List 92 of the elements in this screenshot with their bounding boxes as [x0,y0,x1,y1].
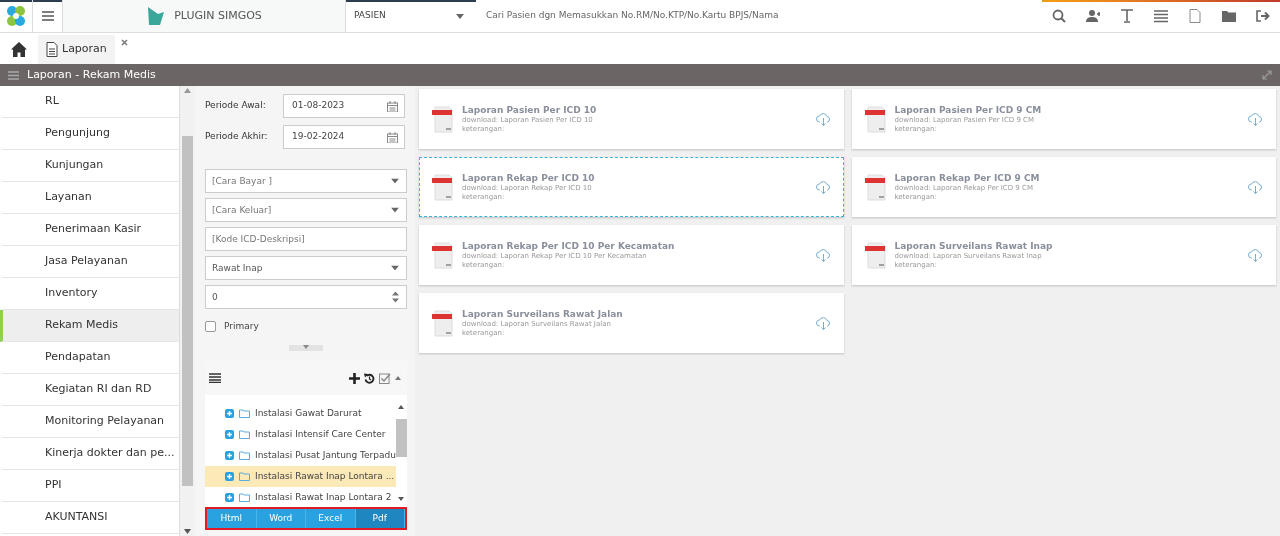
tree-item[interactable]: Instalasi Gawat Darurat [205,403,396,424]
report-title: Laporan Surveilans Rawat Inap [894,240,1054,252]
caret-up-icon[interactable] [395,376,401,380]
expand-plus-icon[interactable] [225,493,234,502]
scrollbar-thumb[interactable] [396,419,407,457]
app-name: PLUGIN SIMGOS [174,7,262,24]
date-field[interactable]: 01-08-2023 [283,94,405,118]
pdf-file-icon [864,105,887,133]
cloud-download-icon[interactable] [815,112,831,126]
folder-icon [239,430,250,439]
calendar-icon[interactable] [387,131,398,143]
expand-plus-icon[interactable] [225,472,234,481]
folder-icon [239,472,250,481]
report-title: Laporan Surveilans Rawat Jalan [462,308,624,320]
cloud-download-icon[interactable] [815,248,831,262]
tree-item[interactable]: Instalasi Rawat Inap Lontara 2 [205,487,396,507]
folder-icon [239,451,250,460]
list-icon[interactable] [1154,9,1168,23]
spinner-icon[interactable] [392,291,399,302]
plus-icon[interactable] [349,372,360,384]
expand-plus-icon[interactable] [225,430,234,439]
tree-item[interactable]: Instalasi Intensif Care Center [205,424,396,445]
tree-label: Instalasi Pusat Jantung Terpadu [255,448,396,462]
cloud-download-icon[interactable] [1248,180,1263,194]
dropdown-field[interactable]: [Cara Bayar ] [205,168,407,193]
tree-label: Instalasi Rawat Inap Lontara ... [255,469,395,483]
expand-plus-icon[interactable] [225,451,234,460]
folder-icon [239,493,250,502]
dropdown-field[interactable]: Rawat Inap [205,255,407,280]
pdf-file-icon [432,105,454,133]
brand-logo-icon [146,6,167,26]
date-field[interactable]: 19-02-2024 [283,125,405,149]
caret-icon [391,178,399,183]
caret-icon [303,345,309,349]
dropdown-field[interactable]: [Cara Keluar] [205,197,407,222]
cloud-download-icon[interactable] [815,180,831,194]
report-title: Laporan Rekap Per ICD 9 CM [894,172,1041,184]
patient-type-select[interactable]: PASIEN [346,0,476,32]
pdf-file-icon [864,173,887,201]
export-button[interactable]: Pdf [355,509,405,528]
logo-icon [4,4,28,28]
caret-icon [391,265,399,270]
document-icon [46,42,58,57]
folder-icon [239,409,250,418]
caret-icon [456,13,464,19]
pdf-file-icon [432,173,454,201]
tree-item[interactable]: Instalasi Pusat Jantung Terpadu [205,445,396,466]
report-title: Laporan Pasien Per ICD 10 [462,104,598,116]
menu-icon[interactable] [8,70,19,80]
report-title: Laporan Pasien Per ICD 9 CM [894,104,1043,116]
checkbox-label: Primary [224,319,259,333]
section-title: Laporan - Rekam Medis [27,66,156,83]
scroll-down-icon[interactable] [398,497,405,501]
checkbox[interactable] [205,320,216,332]
tree-label: Instalasi Rawat Inap Lontara 2 [255,490,392,504]
cloud-download-icon[interactable] [1248,112,1263,126]
undo-icon[interactable] [364,372,375,384]
pdf-file-icon [864,241,887,269]
scroll-up-icon[interactable] [398,405,405,409]
expand-plus-icon[interactable] [225,409,234,418]
list-icon[interactable] [209,373,221,383]
cloud-download-icon[interactable] [815,316,831,330]
logout-icon[interactable] [1256,9,1270,23]
tree-label: Instalasi Intensif Care Center [255,427,386,441]
add-user-icon[interactable] [1086,9,1100,23]
scrollbar-thumb[interactable] [182,136,193,486]
input-field[interactable]: [Kode ICD-Deskripsi] [205,226,407,251]
report-title: Laporan Rekap Per ICD 10 Per Kecamatan [462,240,676,252]
tree-item[interactable]: Instalasi Rawat Inap Lontara ... [205,466,396,487]
calendar-icon[interactable] [387,100,398,112]
cloud-download-icon[interactable] [1248,248,1263,262]
expand-icon[interactable] [1262,70,1272,80]
field-label: Periode Akhir: [205,130,269,144]
field-label: Periode Awal: [205,99,267,113]
pdf-file-icon [432,241,454,269]
home-icon[interactable] [11,42,27,57]
folder-icon[interactable] [1222,9,1236,23]
text-icon[interactable] [1120,9,1134,23]
scroll-down-icon[interactable] [184,529,191,534]
close-icon[interactable] [120,39,128,46]
checkbox-checked-icon[interactable] [379,372,391,384]
pdf-file-icon [432,309,454,337]
number-field[interactable]: 0 [205,284,407,309]
report-title: Laporan Rekap Per ICD 10 [462,172,596,184]
tab[interactable]: Laporan [38,35,115,64]
caret-icon [391,207,399,212]
search-icon[interactable] [1052,9,1066,23]
menu-icon[interactable] [41,11,54,21]
collapse-handle[interactable] [289,345,323,351]
tree-label: Instalasi Gawat Darurat [255,406,362,420]
document-icon[interactable] [1188,9,1202,23]
sidebar-item[interactable]: Rekam Medis [0,310,179,342]
